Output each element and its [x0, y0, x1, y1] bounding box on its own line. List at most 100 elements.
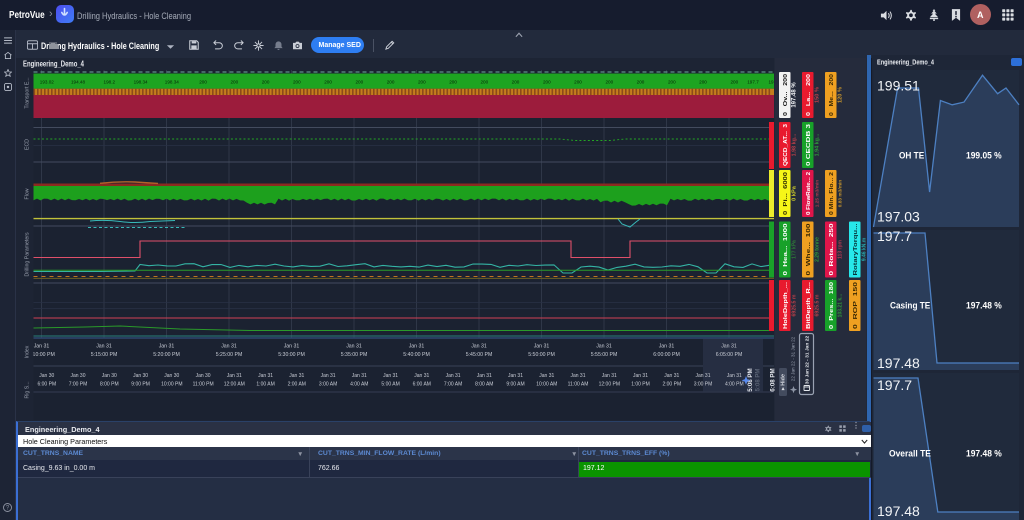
svg-text:Jan 31: Jan 31: [446, 373, 461, 379]
svg-text:7:00 PM: 7:00 PM: [69, 382, 88, 388]
svg-text:22 Jan 22 - 31 Jan 22: 22 Jan 22 - 31 Jan 22: [791, 336, 796, 381]
svg-text:Jan 31: Jan 31: [258, 373, 273, 379]
svg-text:Jan 31: Jan 31: [414, 373, 429, 379]
svg-text:200: 200: [293, 80, 301, 85]
svg-text:197.7: 197.7: [877, 377, 912, 393]
svg-text:0 Whe... 100: 0 Whe... 100: [806, 223, 812, 275]
svg-text:177 kPa: 177 kPa: [792, 240, 798, 259]
svg-text:4:00 AM: 4:00 AM: [350, 382, 368, 388]
svg-text:8:00 PM: 8:00 PM: [100, 382, 119, 388]
svg-text:9:00 AM: 9:00 AM: [506, 382, 524, 388]
svg-text:Jan 31: Jan 31: [602, 373, 617, 379]
svg-text:Jan 31: Jan 31: [570, 373, 585, 379]
svg-text:Jan 31: Jan 31: [659, 344, 675, 350]
svg-text:5:00 AM: 5:00 AM: [381, 382, 399, 388]
svg-text:0 kPa: 0 kPa: [792, 185, 798, 201]
svg-text:2:00 AM: 2:00 AM: [288, 382, 306, 388]
svg-text:199.05 %: 199.05 %: [966, 151, 1002, 162]
svg-text:Jan 31: Jan 31: [477, 373, 492, 379]
svg-text:6925.5 m: 6925.5 m: [815, 294, 821, 316]
svg-text:0 FlowRate... 2: 0 FlowRate... 2: [806, 172, 812, 215]
svg-text:2.29 tonne: 2.29 tonne: [815, 237, 821, 262]
svg-text:Jan 31: Jan 31: [284, 344, 300, 350]
svg-text:Jan 31: Jan 31: [409, 344, 425, 350]
svg-text:0 ROP 150: 0 ROP 150: [853, 282, 859, 329]
svg-text:RotaryTorqu...: RotaryTorqu...: [853, 223, 859, 276]
svg-text:2:00 PM: 2:00 PM: [662, 382, 681, 388]
svg-text:Jan 31: Jan 31: [159, 344, 175, 350]
svg-text:Jan 30: Jan 30: [39, 373, 54, 379]
svg-text:198.2: 198.2: [104, 80, 116, 85]
svg-text:197.48: 197.48: [877, 355, 920, 371]
svg-text:10:00 AM: 10:00 AM: [536, 382, 557, 388]
svg-text:0 Min. Flo... 2: 0 Min. Flo... 2: [829, 172, 835, 215]
svg-text:0 Pi... 6000: 0 Pi... 6000: [783, 172, 789, 215]
svg-text:11:00 PM: 11:00 PM: [193, 382, 214, 388]
svg-text:0 Rota... 250: 0 Rota... 250: [829, 223, 835, 275]
svg-text:8:00 AM: 8:00 AM: [475, 382, 493, 388]
svg-text:200: 200: [480, 80, 488, 85]
svg-text:197.7: 197.7: [877, 228, 912, 244]
svg-text:BitDepth_R...: BitDepth_R...: [806, 281, 812, 329]
svg-text:Jan 31: Jan 31: [221, 344, 237, 350]
svg-text:3:00 AM: 3:00 AM: [319, 382, 337, 388]
svg-text:200: 200: [512, 80, 520, 85]
svg-text:Jan 31: Jan 31: [721, 344, 737, 350]
svg-text:5:08 PM: 5:08 PM: [756, 369, 762, 392]
svg-text:Jan 31: Jan 31: [633, 373, 648, 379]
svg-text:5:50:00 PM: 5:50:00 PM: [528, 352, 555, 358]
svg-text:5:25:00 PM: 5:25:00 PM: [216, 352, 243, 358]
svg-text:5:30:00 PM: 5:30:00 PM: [278, 352, 305, 358]
svg-text:Jan 31: Jan 31: [227, 373, 242, 379]
svg-text:200: 200: [387, 80, 395, 85]
svg-text:Drilling Parameters: Drilling Parameters: [25, 232, 31, 277]
svg-text:193.02: 193.02: [40, 80, 54, 85]
svg-text:11:00 AM: 11:00 AM: [568, 382, 589, 388]
svg-text:198.34: 198.34: [134, 80, 148, 85]
svg-text:198.34: 198.34: [165, 80, 179, 85]
svg-text:0 Me... 200: 0 Me... 200: [829, 74, 835, 116]
svg-text:1.25 m3/min: 1.25 m3/min: [815, 180, 821, 208]
svg-text:200: 200: [262, 80, 270, 85]
svg-text:5:40:00 PM: 5:40:00 PM: [403, 352, 430, 358]
svg-text:Jan 31: Jan 31: [471, 344, 487, 350]
svg-text:120 %: 120 %: [838, 87, 844, 103]
svg-text:200: 200: [355, 80, 363, 85]
svg-text:200: 200: [230, 80, 238, 85]
svg-text:Engineering_Demo_4: Engineering_Demo_4: [23, 59, 84, 69]
svg-text:0 CECDB 3: 0 CECDB 3: [806, 124, 812, 166]
svg-text:200: 200: [543, 80, 551, 85]
svg-text:19: 19: [768, 80, 774, 85]
svg-text:QECD_AT... 3: QECD_AT... 3: [783, 124, 789, 166]
svg-text:Jan 31: Jan 31: [352, 373, 367, 379]
svg-text:200: 200: [574, 80, 582, 85]
svg-text:Index: Index: [25, 345, 31, 358]
svg-text:197.48 %: 197.48 %: [966, 301, 1002, 312]
svg-text:Jan 31: Jan 31: [664, 373, 679, 379]
svg-text:6:00:00 PM: 6:00:00 PM: [653, 352, 680, 358]
svg-text:1.94 kg...: 1.94 kg...: [815, 133, 821, 156]
svg-text:200: 200: [699, 80, 707, 85]
svg-text:Jan 31: Jan 31: [383, 373, 398, 379]
svg-text:6925.5 m: 6925.5 m: [792, 294, 798, 316]
svg-text:197.7: 197.7: [747, 80, 759, 85]
svg-text:103.21 k...: 103.21 k...: [838, 293, 844, 317]
svg-text:Jan 31: Jan 31: [539, 373, 554, 379]
svg-text:▸ Hide: ▸ Hide: [781, 374, 787, 391]
svg-text:12:00 PM: 12:00 PM: [599, 382, 620, 388]
svg-text:Overall TE: Overall TE: [889, 449, 931, 460]
svg-text:Jan 31: Jan 31: [346, 344, 362, 350]
svg-text:194.48: 194.48: [71, 80, 85, 85]
svg-text:197.48 %: 197.48 %: [792, 82, 798, 108]
svg-text:6:00 AM: 6:00 AM: [413, 382, 431, 388]
svg-text:200: 200: [449, 80, 457, 85]
svg-text:150 %: 150 %: [815, 87, 821, 103]
svg-text:6:05:00 PM: 6:05:00 PM: [716, 352, 743, 358]
svg-text:9:00 PM: 9:00 PM: [131, 382, 150, 388]
svg-text:197.48 %: 197.48 %: [966, 449, 1002, 460]
svg-text:5:45:00 PM: 5:45:00 PM: [466, 352, 493, 358]
svg-text:6:08 PM: 6:08 PM: [770, 368, 777, 391]
svg-text:Jan 31: Jan 31: [508, 373, 523, 379]
svg-text:HoleDepth_...: HoleDepth_...: [783, 281, 789, 329]
svg-text:Rig S...: Rig S...: [25, 381, 31, 398]
